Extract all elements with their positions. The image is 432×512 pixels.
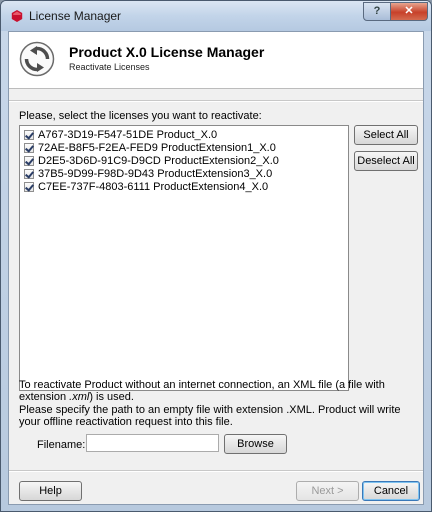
list-item[interactable]: 72AE-B8F5-F2EA-FED9 ProductExtension1_X.… xyxy=(24,142,276,155)
filename-input[interactable] xyxy=(86,434,219,452)
browse-button[interactable]: Browse xyxy=(224,434,287,454)
separator xyxy=(9,470,423,472)
next-button[interactable]: Next > xyxy=(296,481,359,501)
list-item[interactable]: C7EE-737F-4803-6111 ProductExtension4_X.… xyxy=(24,181,268,194)
filename-label: Filename: xyxy=(37,439,86,451)
list-item[interactable]: 37B5-9D99-F98D-9D43 ProductExtension3_X.… xyxy=(24,168,272,181)
separator xyxy=(9,100,423,102)
select-all-button[interactable]: Select All xyxy=(354,125,418,145)
license-checkbox[interactable] xyxy=(24,143,34,153)
close-icon[interactable]: ✕ xyxy=(390,2,428,21)
offline-info-text: To reactivate Product without an interne… xyxy=(19,379,419,403)
title-bar[interactable]: License Manager ? ✕ xyxy=(1,1,431,31)
license-key: 72AE-B8F5-F2EA-FED9 xyxy=(38,142,158,154)
license-key: C7EE-737F-4803-6111 xyxy=(38,181,151,193)
license-product: ProductExtension4_X.0 xyxy=(153,181,269,193)
header-banner: Product X.0 License Manager Reactivate L… xyxy=(9,32,423,89)
selection-prompt: Please, select the licenses you want to … xyxy=(19,110,262,122)
window-title: License Manager xyxy=(29,9,122,23)
cancel-button[interactable]: Cancel xyxy=(362,481,420,501)
license-checkbox[interactable] xyxy=(24,182,34,192)
dialog-client-area: Product X.0 License Manager Reactivate L… xyxy=(8,31,424,505)
info-text-part: ) is used. xyxy=(89,391,134,403)
deselect-all-button[interactable]: Deselect All xyxy=(354,151,418,171)
help-icon[interactable]: ? xyxy=(363,2,391,21)
license-checkbox[interactable] xyxy=(24,156,34,166)
header-title: Product X.0 License Manager xyxy=(69,44,265,60)
license-manager-window: License Manager ? ✕ Product X.0 License … xyxy=(0,0,432,512)
license-key: 37B5-9D99-F98D-9D43 xyxy=(38,168,155,180)
xml-extension-text: .xml xyxy=(69,391,90,403)
license-checkbox[interactable] xyxy=(24,130,34,140)
license-product: ProductExtension1_X.0 xyxy=(160,142,276,154)
license-product: ProductExtension3_X.0 xyxy=(157,168,273,180)
refresh-circle-icon xyxy=(19,41,55,77)
license-product: ProductExtension2_X.0 xyxy=(163,155,279,167)
license-product: Product_X.0 xyxy=(156,129,218,141)
help-button[interactable]: Help xyxy=(19,481,82,501)
license-key: A767-3D19-F547-51DE xyxy=(38,129,154,141)
license-list[interactable]: A767-3D19-F547-51DE Product_X.0 72AE-B8F… xyxy=(19,125,349,391)
list-item[interactable]: A767-3D19-F547-51DE Product_X.0 xyxy=(24,129,217,142)
license-checkbox[interactable] xyxy=(24,169,34,179)
header-subtitle: Reactivate Licenses xyxy=(69,62,150,72)
red-hexagon-icon xyxy=(11,10,23,22)
list-item[interactable]: D2E5-3D6D-91C9-D9CD ProductExtension2_X.… xyxy=(24,155,279,168)
license-key: D2E5-3D6D-91C9-D9CD xyxy=(38,155,161,167)
path-instruction-text: Please specify the path to an empty file… xyxy=(19,404,401,428)
